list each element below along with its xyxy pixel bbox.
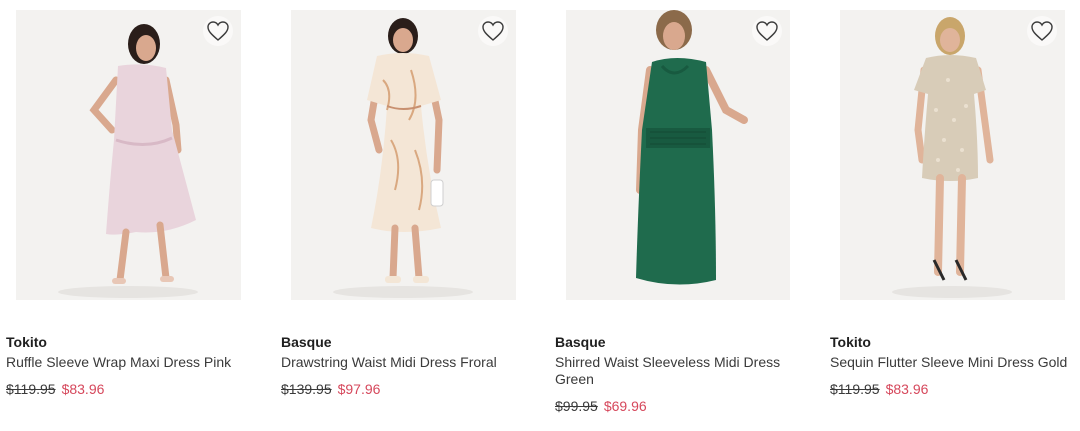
price-block: $99.95 $69.96 xyxy=(555,398,647,414)
sale-price: $69.96 xyxy=(603,398,647,414)
model-photo xyxy=(566,10,790,300)
product-title[interactable]: Sequin Flutter Sleeve Mini Dress Gold xyxy=(830,354,1080,371)
price-block: $119.95 $83.96 xyxy=(6,381,104,397)
model-photo xyxy=(16,10,241,300)
product-image[interactable] xyxy=(566,10,790,300)
product-title[interactable]: Drawstring Waist Midi Dress Froral xyxy=(281,354,543,371)
product-grid: Tokito Ruffle Sleeve Wrap Maxi Dress Pin… xyxy=(0,0,1080,431)
product-brand[interactable]: Tokito xyxy=(6,334,47,350)
original-price: $119.95 xyxy=(830,381,880,397)
product-title[interactable]: Shirred Waist Sleeveless Midi Dress Gree… xyxy=(555,354,817,388)
original-price: $139.95 xyxy=(281,381,332,397)
sale-price: $83.96 xyxy=(885,381,929,397)
heart-outline-icon xyxy=(756,21,778,41)
original-price: $99.95 xyxy=(555,398,598,414)
sale-price: $83.96 xyxy=(61,381,105,397)
product-title[interactable]: Ruffle Sleeve Wrap Maxi Dress Pink xyxy=(6,354,268,371)
wishlist-button[interactable] xyxy=(478,16,508,46)
product-image[interactable] xyxy=(16,10,241,300)
original-price: $119.95 xyxy=(6,381,56,397)
product-brand[interactable]: Basque xyxy=(281,334,332,350)
heart-outline-icon xyxy=(207,21,229,41)
product-image[interactable] xyxy=(291,10,516,300)
product-brand[interactable]: Basque xyxy=(555,334,606,350)
wishlist-button[interactable] xyxy=(203,16,233,46)
wishlist-button[interactable] xyxy=(1027,16,1057,46)
model-photo xyxy=(291,10,516,300)
price-block: $119.95 $83.96 xyxy=(830,381,928,397)
wishlist-button[interactable] xyxy=(752,16,782,46)
sale-price: $97.96 xyxy=(337,381,381,397)
heart-outline-icon xyxy=(482,21,504,41)
product-brand[interactable]: Tokito xyxy=(830,334,871,350)
product-image[interactable] xyxy=(840,10,1065,300)
heart-outline-icon xyxy=(1031,21,1053,41)
model-photo xyxy=(840,10,1065,300)
price-block: $139.95 $97.96 xyxy=(281,381,380,397)
